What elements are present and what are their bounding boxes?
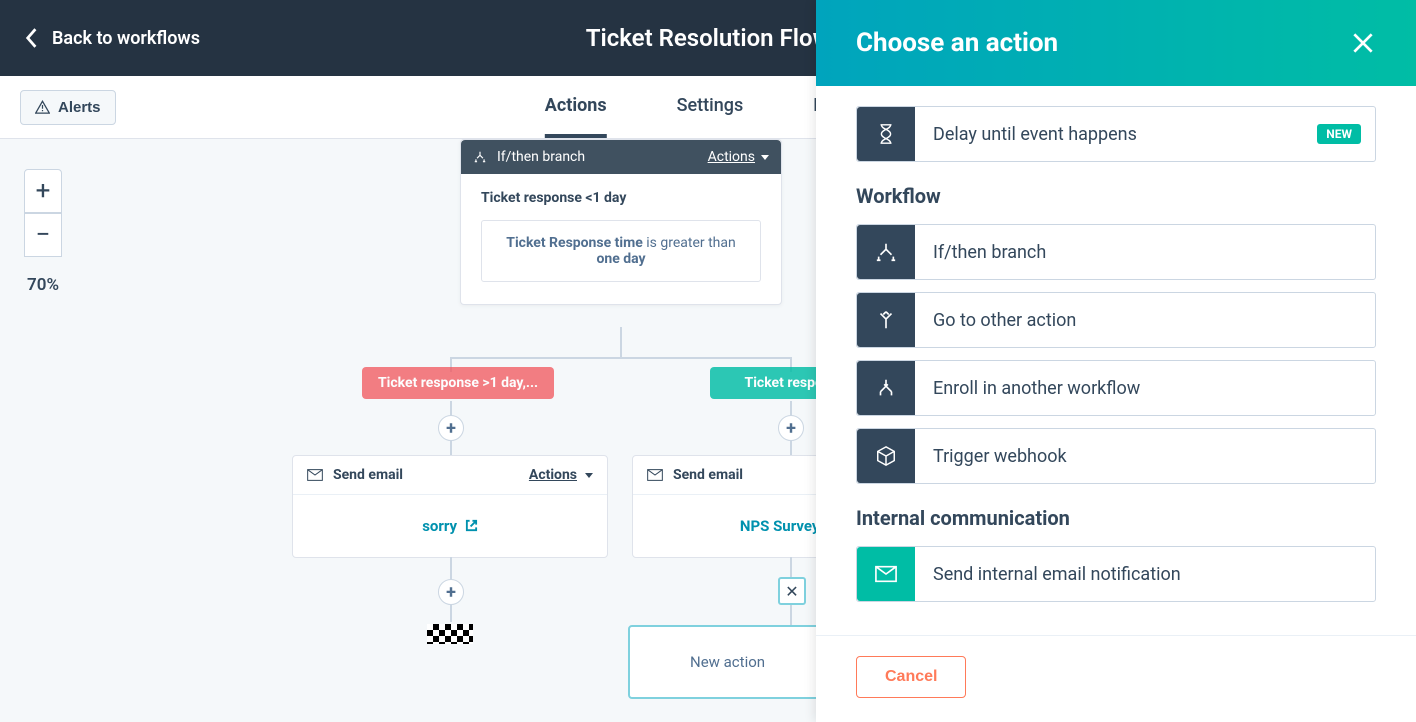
panel-header: Choose an action: [816, 0, 1416, 86]
zoom-level: 70%: [27, 275, 59, 295]
envelope-icon: [307, 469, 323, 481]
chevron-left-icon: [24, 27, 38, 49]
add-step-button[interactable]: +: [778, 415, 804, 441]
new-badge: NEW: [1317, 124, 1361, 144]
branch-cond-prop: Ticket Response time: [506, 235, 643, 251]
action-label: Trigger webhook: [915, 431, 1375, 482]
branch-icon: [857, 225, 915, 279]
merge-icon: [857, 293, 915, 347]
alerts-button[interactable]: Alerts: [20, 90, 116, 125]
end-marker-icon: [427, 624, 473, 644]
connector: [620, 327, 622, 357]
email-actions-label: Actions: [529, 467, 577, 483]
section-workflow: Workflow: [856, 184, 1376, 208]
new-action-placeholder[interactable]: New action: [628, 625, 827, 699]
action-label: If/then branch: [915, 227, 1375, 278]
close-icon: [1350, 30, 1376, 56]
cube-icon: [857, 429, 915, 483]
connector: [450, 357, 790, 359]
action-trigger-webhook[interactable]: Trigger webhook: [856, 428, 1376, 484]
branch-actions-menu[interactable]: Actions: [708, 149, 769, 165]
alerts-label: Alerts: [58, 99, 101, 116]
panel-footer: Cancel: [816, 635, 1416, 722]
email-actions-menu[interactable]: Actions: [529, 467, 593, 483]
action-if-then-branch[interactable]: If/then branch: [856, 224, 1376, 280]
branch-condition: Ticket Response time is greater than one…: [481, 220, 761, 282]
email-link-text: sorry: [422, 517, 457, 535]
branch-node[interactable]: If/then branch Actions Ticket response <…: [460, 139, 782, 305]
enroll-icon: [857, 361, 915, 415]
envelope-icon: [647, 469, 663, 481]
panel-title: Choose an action: [856, 28, 1058, 58]
hourglass-icon: [857, 107, 915, 161]
action-label: Go to other action: [915, 295, 1375, 346]
email-type-label: Send email: [673, 467, 743, 483]
zoom-out-button[interactable]: −: [24, 213, 62, 257]
action-delay-until-event[interactable]: Delay until event happens NEW: [856, 106, 1376, 162]
zoom-controls: + − 70%: [24, 169, 62, 295]
branch-cond-val: one day: [596, 251, 645, 267]
branch-actions-label: Actions: [708, 149, 755, 165]
email-link[interactable]: sorry: [293, 495, 607, 557]
branch-type-label: If/then branch: [497, 149, 585, 165]
back-to-workflows-link[interactable]: Back to workflows: [24, 27, 200, 49]
external-link-icon: [465, 519, 478, 532]
zoom-in-button[interactable]: +: [24, 169, 62, 213]
panel-body[interactable]: Delay until event happens NEW Workflow I…: [816, 86, 1416, 635]
action-go-to-other[interactable]: Go to other action: [856, 292, 1376, 348]
add-step-button[interactable]: +: [438, 579, 464, 605]
email-node-header: Send email Actions: [293, 456, 607, 495]
envelope-icon: [857, 547, 915, 601]
add-step-button[interactable]: +: [438, 415, 464, 441]
branch-node-body: Ticket response <1 day Ticket Response t…: [461, 174, 781, 304]
remove-step-button[interactable]: ✕: [778, 577, 806, 605]
branch-icon: [473, 150, 487, 164]
warning-icon: [35, 100, 50, 115]
action-internal-email[interactable]: Send internal email notification: [856, 546, 1376, 602]
tab-actions[interactable]: Actions: [545, 77, 607, 138]
caret-down-icon: [585, 473, 593, 478]
action-label: Enroll in another workflow: [915, 363, 1375, 414]
email-link-text: NPS Survey: [740, 517, 820, 535]
new-action-label: New action: [690, 653, 765, 671]
branch-subtitle: Ticket response <1 day: [481, 190, 761, 206]
branch-cond-rest: is greater than: [646, 235, 735, 251]
email-type-label: Send email: [333, 467, 403, 483]
branch-node-header: If/then branch Actions: [461, 140, 781, 174]
action-label: Send internal email notification: [915, 549, 1375, 600]
panel-close-button[interactable]: [1350, 30, 1376, 56]
back-label: Back to workflows: [52, 28, 200, 49]
action-enroll-workflow[interactable]: Enroll in another workflow: [856, 360, 1376, 416]
caret-down-icon: [761, 155, 769, 160]
action-label: Delay until event happens: [915, 109, 1317, 160]
branch-chip-left[interactable]: Ticket response >1 day,...: [362, 367, 554, 399]
email-node-left[interactable]: Send email Actions sorry: [292, 455, 608, 558]
page-title: Ticket Resolution Flow: [586, 24, 831, 52]
section-internal-comm: Internal communication: [856, 506, 1376, 530]
tab-settings[interactable]: Settings: [677, 77, 744, 138]
cancel-button[interactable]: Cancel: [856, 656, 966, 698]
action-panel: Choose an action Delay until event happe…: [816, 0, 1416, 722]
